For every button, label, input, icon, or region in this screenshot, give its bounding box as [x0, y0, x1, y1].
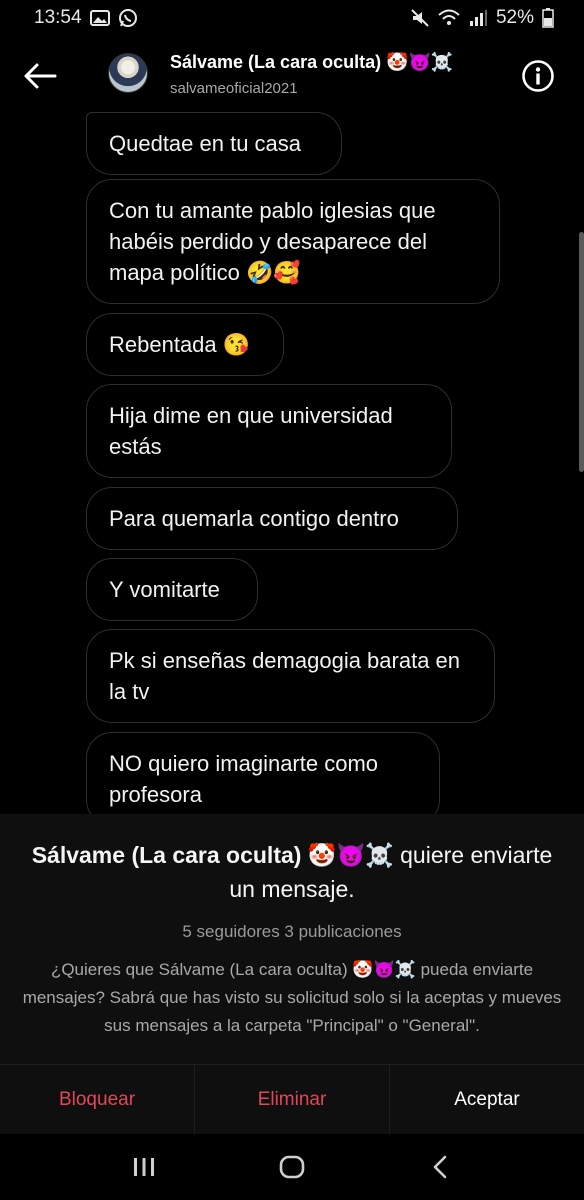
- home-button[interactable]: [268, 1143, 316, 1191]
- message-bubble[interactable]: Quedtae en tu casa: [86, 112, 342, 175]
- status-right: 52%: [410, 7, 554, 29]
- message-bubble[interactable]: Pk si enseñas demagogia barata en la tv: [86, 629, 495, 723]
- recents-button[interactable]: [120, 1143, 168, 1191]
- status-bar: 13:54 52%: [0, 0, 584, 36]
- arrow-left-icon: [24, 63, 57, 89]
- home-icon: [279, 1155, 305, 1179]
- chat-title[interactable]: Sálvame (La cara oculta) 🤡😈☠️: [170, 52, 453, 73]
- info-button[interactable]: [520, 58, 556, 94]
- image-icon: [89, 9, 110, 27]
- chat-header: Sálvame (La cara oculta) 🤡😈☠️ salvameofi…: [0, 40, 584, 112]
- block-button[interactable]: Bloquear: [0, 1065, 194, 1134]
- signal-icon: [468, 9, 488, 27]
- accept-button[interactable]: Aceptar: [389, 1065, 584, 1134]
- message-bubble[interactable]: NO quiero imaginarte como profesora: [86, 732, 440, 814]
- request-actions: Bloquear Eliminar Aceptar: [0, 1064, 584, 1134]
- request-profile-stats: 5 seguidores 3 publicaciones: [182, 922, 402, 941]
- request-description: ¿Quieres que Sálvame (La cara oculta) 🤡😈…: [22, 960, 562, 1035]
- delete-button[interactable]: Eliminar: [194, 1065, 389, 1134]
- whatsapp-icon: [118, 8, 138, 28]
- scrollbar[interactable]: [579, 232, 584, 472]
- message-request-panel: Sálvame (La cara oculta) 🤡😈☠️ quiere env…: [0, 814, 584, 1064]
- battery-percent: 52%: [495, 7, 534, 28]
- mute-icon: [410, 8, 430, 28]
- back-nav-button[interactable]: [416, 1143, 464, 1191]
- message-bubble[interactable]: Con tu amante pablo iglesias que habéis …: [86, 179, 500, 304]
- recents-icon: [134, 1158, 154, 1176]
- battery-icon: [542, 8, 554, 28]
- request-sender: Sálvame (La cara oculta) 🤡😈☠️: [31, 842, 394, 868]
- message-bubble[interactable]: Y vomitarte: [86, 558, 258, 621]
- message-list[interactable]: Quedtae en tu casa Con tu amante pablo i…: [0, 112, 584, 814]
- message-bubble[interactable]: Rebentada 😘: [86, 313, 284, 376]
- avatar[interactable]: [108, 53, 148, 93]
- info-icon: [522, 60, 554, 92]
- chevron-left-icon: [433, 1155, 447, 1179]
- back-button[interactable]: [20, 56, 60, 96]
- wifi-icon: [438, 9, 460, 27]
- message-bubble[interactable]: Para quemarla contigo dentro: [86, 487, 458, 550]
- status-left: 13:54: [34, 7, 138, 29]
- request-title: Sálvame (La cara oculta) 🤡😈☠️ quiere env…: [18, 838, 566, 906]
- chat-username: salvameoficial2021: [170, 80, 298, 97]
- status-time: 13:54: [34, 7, 82, 28]
- message-bubble[interactable]: Hija dime en que universidad estás: [86, 384, 452, 478]
- system-nav-bar: [0, 1134, 584, 1200]
